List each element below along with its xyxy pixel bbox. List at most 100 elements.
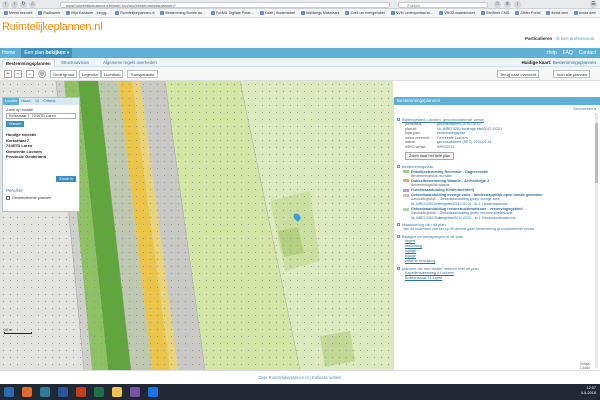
bestemming-sub-link[interactable]: recreatie [439,174,452,178]
nav-contact[interactable]: Contact [579,48,596,58]
zoom-to-plan-button[interactable]: Zoom naar het hele plan [405,151,455,160]
bookmark-icon [345,11,350,15]
expand-icon[interactable] [397,234,400,238]
reload-icon[interactable]: ↻ [20,1,27,8]
tab-locatie[interactable]: Locatie [3,98,20,105]
address-bar[interactable]: www.ruimtelijkeplannen.nl/web-roo/roo/be… [60,2,390,8]
expand-icon[interactable] [397,223,400,226]
transparantie-button[interactable]: Transparantie [127,70,158,78]
wissen-button[interactable]: Wissen [6,121,25,127]
particulieren-link[interactable]: Particulieren [525,36,552,41]
nav-help[interactable]: Help [546,48,556,58]
tab-id[interactable]: ID [33,98,41,105]
plan-panel-body: Buitengebied Lochem, geconsolideerde ver… [397,115,593,281]
back-icon[interactable]: ‹ [2,1,9,8]
back-to-overview-button[interactable]: Terug naar overzicht [497,70,540,78]
bookmark-item[interactable]: SiteWork CMS [480,11,510,15]
attachment-link[interactable]: externe verwijzing [397,259,593,264]
bookmark-item[interactable]: Radiowerk [38,11,60,15]
bestemming-item[interactable]: Gebiedsaanduiding reconstructiewetzone -… [397,207,593,220]
word-icon[interactable] [58,387,68,397]
bookmark-item[interactable]: NVM Ledenportaal inl... [390,11,433,15]
onenote-icon[interactable] [130,387,140,397]
plan-detail-row: IMRO-versie: IMRO2012 [397,145,593,150]
site-logo[interactable]: Ruimtelijkeplannen.nl [2,21,103,33]
powerpoint-icon[interactable] [76,387,86,397]
tab-structuurvisies[interactable]: Structuurvisies [58,59,92,67]
firefox-icon[interactable] [22,387,32,397]
location-input[interactable]: Kerkstraat 7, 7245TD Laren [6,113,76,119]
outlook-icon[interactable] [148,387,158,397]
tab-naam[interactable]: Naam [19,98,33,105]
excel-icon[interactable] [94,387,104,397]
bestemming-item[interactable]: Gebiedsaanduiding overige zone - landsch… [397,193,593,206]
bookmark-item[interactable]: Zilster Portal [515,11,540,15]
checkbox-icon[interactable] [6,196,10,200]
section-bestemmingsvlak[interactable]: Bestemmingsvlak [397,164,593,169]
bookmark-item[interactable]: Kaart | Bodemloket [259,11,295,15]
clock-date: 4-5-2018 [580,391,596,395]
nav-home[interactable]: Home [2,48,15,58]
browser-search-input[interactable]: Zoeken [398,2,488,8]
bookmark-item[interactable]: Mijn Kadaster - Inlogg... [66,11,109,15]
footer-links[interactable]: Over Ruimtelijkeplannen.nl | Kaliaatie w… [258,375,341,380]
tab-bestemmingsplannen[interactable]: Bestemmingsplannen [2,59,55,67]
bestemming-sub-link[interactable]: Gebiedsaanduiding groep: reconstructiewe… [440,211,513,215]
zoom-in-button[interactable]: Zoom in [56,176,76,182]
document-link[interactable]: NL.IMRO.0262.Buitengebied2012-GC01 - ld … [403,216,593,220]
tab-algemene-regels[interactable]: Algemene regels overheden [100,59,160,67]
measure-icon[interactable]: ↔ [26,70,34,78]
bookmark-item[interactable]: Ruimtelijkeplannen.nl [115,11,154,15]
bookmark-item[interactable]: Zoek uw energielabel [345,11,385,15]
edge-icon[interactable] [40,387,50,397]
bookmark-item[interactable]: VROZ-waardeloket [439,11,475,15]
related-plan-link[interactable]: Boskenskaal 11 Laren [397,276,593,281]
downloads-icon[interactable]: ↓ [514,1,521,8]
nav-plan-menu[interactable]: Een plan bekijken ▾ [21,48,73,58]
bestemming-sub-link[interactable]: Gebiedsaanduiding groep: overige zone [440,197,500,201]
legenda-button[interactable]: Legenda [79,70,101,78]
bookmark-item[interactable]: funda deel [546,11,568,15]
explorer-icon[interactable] [112,387,122,397]
bookmark-label: funda deel [551,11,569,15]
kenmerken-dropdown[interactable]: Kenmerken ▾ [394,105,600,113]
start-icon[interactable] [4,387,14,397]
scale-bar [4,332,32,334]
show-all-plans-button[interactable]: Toon alle plannen [553,70,591,78]
bookmark-item[interactable]: FoxMIL Digitale Postz... [210,11,254,15]
document-link[interactable]: NL.IMRO.0262.buitengebied2012-GC01 - ld … [403,202,593,206]
bestemming-item[interactable]: Enkelbestemming Recreatie - Dagrecreatie… [397,170,593,178]
ondergrond-button[interactable]: Ondergrond [50,70,78,78]
plan-checkbox-icon[interactable] [397,118,400,121]
clock[interactable]: 12:57 4-5-2018 [581,386,596,396]
tab-criteria[interactable]: Criteria [41,98,57,105]
bestemming-name[interactable]: Functieaanduiding Kinderboerderij [411,188,474,192]
library-icon[interactable]: ≡ [504,1,511,8]
expand-icon[interactable] [397,266,400,270]
panel-scrollbar[interactable] [595,113,598,368]
menu-icon[interactable]: ☰ [590,1,597,8]
bookmark-item[interactable]: Webkings Makelaars [301,11,339,15]
selected-plans-toggle[interactable]: Geselecteerde plannen [6,196,51,200]
bookmark-item[interactable]: Meest bezocht [4,11,32,15]
luchtfoto-button[interactable]: Luchtfoto [101,70,124,78]
zoom-in-icon[interactable]: + [4,70,12,78]
zoom-out-icon[interactable]: − [14,70,22,78]
location-icon[interactable]: ◎ [38,70,46,78]
nav-faq[interactable]: FAQ [563,48,573,58]
star-icon[interactable]: ☆ [494,1,501,8]
bookmark-icon [115,11,120,15]
professional-link[interactable]: Ik ben professional [556,36,594,41]
bestemming-sub-link[interactable]: waarde [439,183,450,187]
scrollbar-thumb[interactable] [595,123,598,183]
bestemming-item[interactable]: Functieaanduiding Kinderboerderij [397,188,593,192]
bookmark-label: SiteWork CMS [485,11,510,15]
expand-icon[interactable] [397,164,400,168]
map-tabs: Bestemmingsplannen Structuurvisies Algem… [0,58,600,67]
bestemming-item[interactable]: Dubbelbestemming Waarde - Archeologie 3B… [397,179,593,187]
forward-icon[interactable]: › [11,1,18,8]
home-icon[interactable]: ⌂ [29,1,36,8]
bookmark-item[interactable]: funda deel [574,11,596,15]
bookmark-label: Zoek uw energielabel [350,11,385,15]
bookmark-item[interactable]: Bestemming Bunde da... [160,11,205,15]
